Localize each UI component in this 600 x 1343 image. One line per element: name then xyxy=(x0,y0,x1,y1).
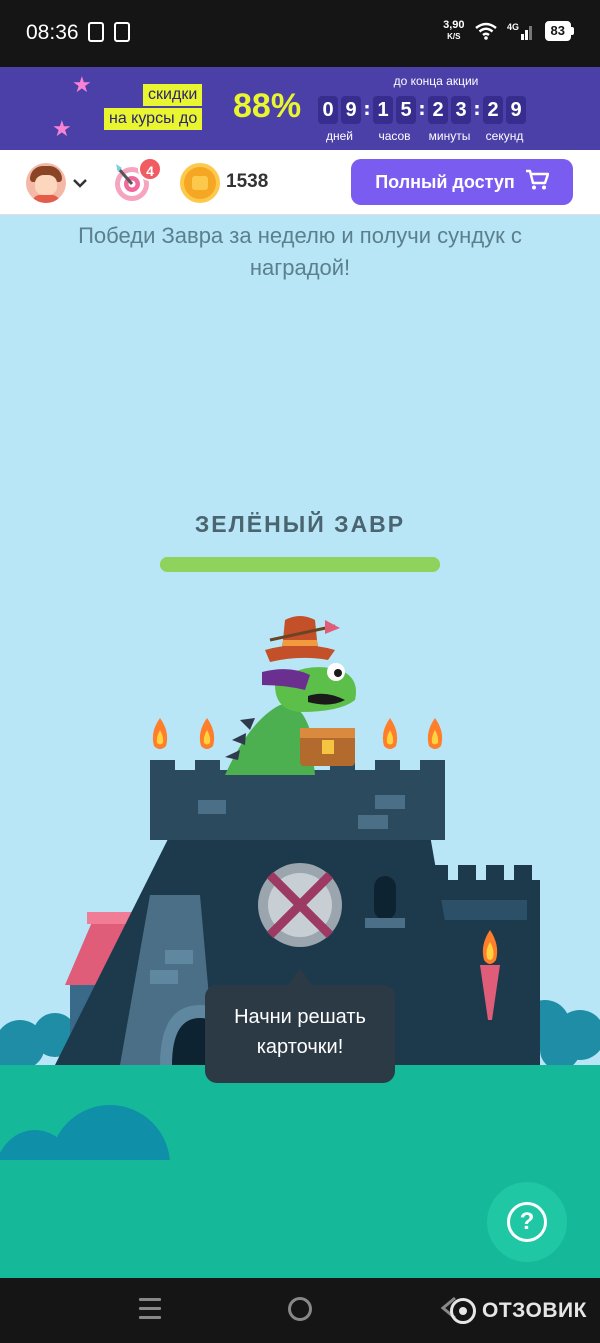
crown-icon xyxy=(192,176,208,190)
coin-icon[interactable] xyxy=(180,163,220,203)
boss-health-bar xyxy=(160,557,440,572)
watermark: ОТЗОВИК xyxy=(450,1298,587,1324)
battery-tip xyxy=(571,27,574,35)
timer-unit: часов xyxy=(378,129,411,143)
timer-digit: 9 xyxy=(506,96,526,124)
timer-unit: секунд xyxy=(485,129,524,143)
battery-indicator: 83 xyxy=(544,21,574,41)
timer-hours: 1 5 часов xyxy=(373,96,416,143)
svg-text:4G: 4G xyxy=(507,22,519,32)
wifi-icon xyxy=(474,22,497,40)
tooltip-arrow xyxy=(288,968,312,985)
target-count-badge: 4 xyxy=(138,157,162,181)
app-notification-icon xyxy=(88,22,104,42)
tooltip-line: карточки! xyxy=(256,1036,344,1058)
cellular-signal-icon: 4G xyxy=(507,21,535,41)
timer-separator: : xyxy=(363,99,371,120)
timer-minutes: 2 3 минуты xyxy=(428,96,471,143)
full-access-button[interactable]: Полный доступ xyxy=(351,159,573,205)
timer-separator: : xyxy=(418,99,426,120)
timer-digit: 5 xyxy=(396,96,416,124)
status-bar: 08:36 3,90 K/S 4G 83 xyxy=(0,0,600,67)
cart-icon xyxy=(525,169,550,196)
timer-unit: минуты xyxy=(428,129,471,143)
watermark-text: ОТЗОВИК xyxy=(482,1299,587,1322)
download-icon xyxy=(114,22,130,42)
help-icon: ? xyxy=(507,1202,547,1242)
promo-percent: 88% xyxy=(233,87,302,125)
timer-days: 0 9 дней xyxy=(318,96,361,143)
battery-level: 83 xyxy=(544,21,571,41)
home-icon[interactable] xyxy=(288,1297,312,1321)
full-access-label: Полный доступ xyxy=(375,171,515,192)
promo-banner[interactable]: ★ ★ скидки на курсы до 88% до конца акци… xyxy=(0,67,600,150)
promo-labels: скидки на курсы до xyxy=(104,84,203,130)
start-tooltip[interactable]: Начни решать карточки! xyxy=(205,985,395,1083)
avatar-shirt xyxy=(32,195,60,203)
recent-apps-icon[interactable] xyxy=(139,1298,161,1320)
timer-digit: 9 xyxy=(341,96,361,124)
timer-seconds: 2 9 секунд xyxy=(483,96,526,143)
status-notification-icons xyxy=(88,22,130,42)
watermark-icon xyxy=(450,1298,476,1324)
green-dino-character xyxy=(225,616,356,775)
timer-digit: 2 xyxy=(483,96,503,124)
timer-digit: 1 xyxy=(373,96,393,124)
status-time: 08:36 xyxy=(26,21,79,44)
chevron-down-icon[interactable] xyxy=(73,173,87,192)
castle-scene xyxy=(0,616,600,1280)
boss-health-fill xyxy=(160,557,440,572)
status-right: 3,90 K/S 4G 83 xyxy=(443,20,574,42)
avatar[interactable] xyxy=(26,163,66,203)
countdown-timer: 0 9 дней : 1 5 часов : 2 3 минуты : 2 9 xyxy=(318,96,526,143)
timer-separator: : xyxy=(473,99,481,120)
network-speed-unit: K/S xyxy=(447,32,461,41)
timer-title: до конца акции xyxy=(393,74,479,88)
promo-label-courses: на курсы до xyxy=(104,108,203,130)
timer-digit: 2 xyxy=(428,96,448,124)
promo-label-discount: скидки xyxy=(143,84,203,106)
avatar-face xyxy=(35,175,57,195)
star-icon: ★ xyxy=(72,73,92,98)
help-button[interactable]: ? xyxy=(487,1182,567,1262)
timer-digit: 0 xyxy=(318,96,338,124)
tooltip-line: Начни решать xyxy=(234,1006,366,1028)
coins-count: 1538 xyxy=(226,171,269,192)
timer-unit: дней xyxy=(325,129,353,143)
timer-digit: 3 xyxy=(451,96,471,124)
network-speed: 3,90 K/S xyxy=(443,20,464,42)
locked-emblem xyxy=(258,863,342,947)
star-icon: ★ xyxy=(52,117,72,142)
challenge-text: Победи Завра за неделю и получи сундук с… xyxy=(78,223,522,280)
network-speed-value: 3,90 xyxy=(443,19,465,31)
boss-name: ЗЕЛЁНЫЙ ЗАВР xyxy=(194,511,406,537)
